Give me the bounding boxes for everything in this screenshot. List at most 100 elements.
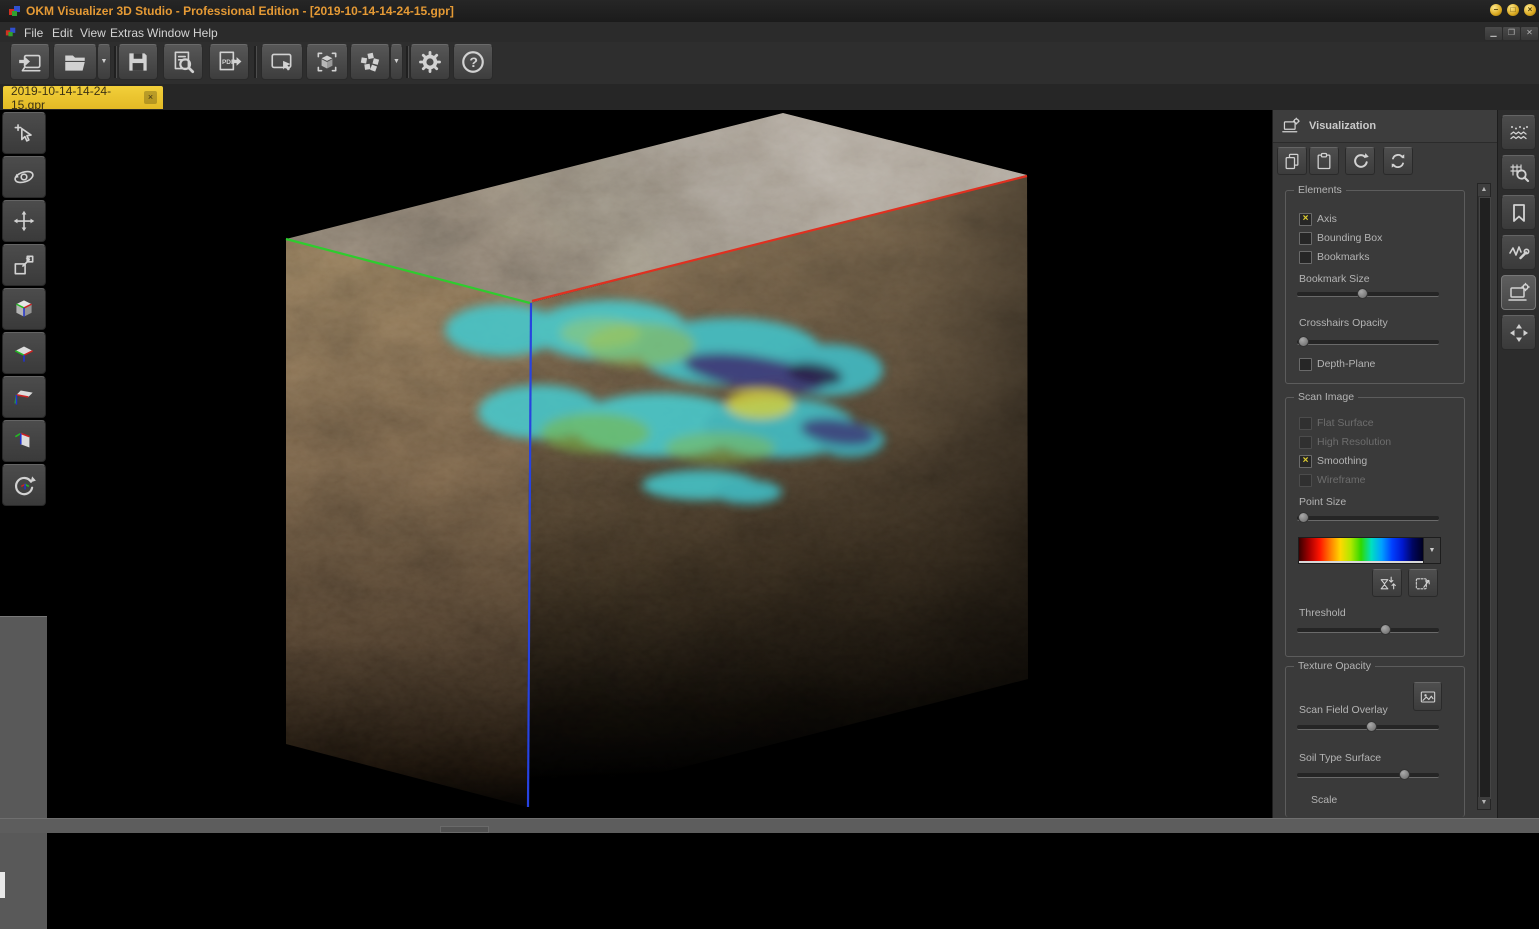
view-side-left-button[interactable] [2, 376, 46, 418]
menu-bar: File Edit View Extras Window Help ▁ ❐ ✕ [0, 22, 1539, 43]
soil-type-surface-label: Soil Type Surface [1299, 752, 1381, 764]
tab-close-icon[interactable]: × [144, 91, 157, 104]
crosshairs-opacity-slider[interactable] [1297, 336, 1439, 348]
pan-tool-button[interactable] [2, 200, 46, 242]
dropdown-arrow-icon: ▼ [98, 44, 110, 80]
view-3d-button[interactable] [2, 288, 46, 330]
mdi-close-button[interactable]: ✕ [1520, 26, 1539, 41]
grid-search-panel-button[interactable] [1501, 155, 1536, 190]
reset-rotation-button[interactable] [2, 464, 46, 506]
colormap-dropdown-icon[interactable]: ▼ [1423, 538, 1440, 563]
fit-3d-view-button[interactable] [306, 44, 348, 80]
wireframe-label: Wireframe [1317, 474, 1365, 486]
panel-scrollbar[interactable]: ▲ ▼ [1477, 183, 1491, 810]
document-tab[interactable]: 2019-10-14-14-24-15.gpr × [3, 86, 163, 109]
save-button[interactable] [118, 44, 158, 80]
threshold-label: Threshold [1299, 607, 1346, 619]
bounding-box-checkbox[interactable] [1299, 232, 1312, 245]
scan-field-overlay-label: Scan Field Overlay [1299, 704, 1388, 716]
visualization-panel-button[interactable] [1501, 275, 1536, 310]
panel-header: Visualization [1273, 110, 1498, 143]
scan-field-overlay-slider[interactable] [1297, 721, 1439, 733]
help-button[interactable]: ? [453, 44, 493, 80]
refresh-icon [1388, 151, 1408, 171]
navigation-panel-button[interactable] [1501, 315, 1536, 350]
soil-type-surface-slider[interactable] [1297, 769, 1439, 781]
mdi-minimize-button[interactable]: ▁ [1484, 26, 1503, 41]
window-maximize-button[interactable]: □ [1507, 4, 1519, 16]
point-cloud-dropdown-button[interactable]: ▼ [390, 44, 403, 80]
bookmarks-checkbox[interactable] [1299, 251, 1312, 264]
axis-label: Axis [1317, 213, 1337, 225]
image-icon [1418, 687, 1438, 707]
texture-image-button[interactable] [1413, 682, 1442, 711]
signal-tools-panel-button[interactable] [1501, 235, 1536, 270]
import-button[interactable] [10, 44, 50, 80]
viewport-3d[interactable] [47, 110, 1272, 818]
smoothing-checkbox[interactable]: × [1299, 455, 1312, 468]
window-title: OKM Visualizer 3D Studio - Professional … [26, 4, 454, 18]
document-logo-icon [5, 26, 17, 38]
crosshairs-opacity-label: Crosshairs Opacity [1299, 317, 1388, 329]
copy-icon [1282, 151, 1302, 171]
point-size-slider[interactable] [1297, 512, 1439, 524]
resize-tool-button[interactable] [2, 244, 46, 286]
report-preview-button[interactable] [163, 44, 203, 80]
undo-button[interactable] [1345, 147, 1375, 175]
axis-checkbox[interactable]: × [1299, 213, 1312, 226]
value-range-button[interactable] [1372, 569, 1402, 597]
threshold-slider[interactable] [1297, 624, 1439, 636]
bookmarks-panel-button[interactable] [1501, 195, 1536, 230]
laptop-gear-icon [1507, 281, 1531, 305]
ground-scan-panel-button[interactable] [1501, 115, 1536, 150]
ground-scan-icon [1507, 121, 1531, 145]
value-range-icon [1377, 573, 1397, 593]
settings-button[interactable] [410, 44, 450, 80]
refresh-button[interactable] [1383, 147, 1413, 175]
app-logo-icon [8, 4, 22, 18]
colormap-select[interactable]: ▼ [1298, 537, 1441, 564]
view-side-right-button[interactable] [2, 420, 46, 462]
bookmark-size-slider[interactable] [1297, 288, 1439, 300]
reset-rotation-icon [11, 472, 37, 498]
colormap-gradient [1299, 538, 1423, 563]
title-bar: OKM Visualizer 3D Studio - Professional … [0, 0, 1539, 22]
elements-group-title: Elements [1294, 184, 1346, 196]
view-top-button[interactable] [2, 332, 46, 374]
scroll-down-icon[interactable]: ▼ [1478, 797, 1490, 809]
touch-mode-button[interactable] [261, 44, 303, 80]
signal-wrench-icon [1507, 241, 1531, 265]
scrollbar-thumb[interactable] [1479, 197, 1491, 799]
window-close-button[interactable]: × [1524, 4, 1536, 16]
orbit-tool-button[interactable] [2, 156, 46, 198]
export-pdf-button[interactable]: PDF [209, 44, 249, 80]
open-dropdown-button[interactable]: ▼ [97, 44, 111, 80]
status-bar [0, 818, 1539, 833]
open-button[interactable] [53, 44, 97, 80]
bookmark-icon [1507, 201, 1531, 225]
toolbar-separator [406, 46, 409, 78]
pdf-export-icon: PDF [216, 49, 242, 75]
menu-help[interactable]: Help [187, 25, 224, 41]
menu-file[interactable]: File [18, 25, 49, 41]
toolbar-separator [254, 46, 257, 78]
depth-plane-checkbox[interactable] [1299, 358, 1312, 371]
scroll-up-icon[interactable]: ▲ [1478, 184, 1490, 196]
window-minimize-button[interactable]: – [1490, 4, 1502, 16]
elements-group: Elements [1285, 190, 1465, 384]
mdi-restore-button[interactable]: ❐ [1502, 26, 1521, 41]
paste-settings-button[interactable] [1309, 147, 1339, 175]
flat-surface-checkbox [1299, 417, 1312, 430]
high-resolution-label: High Resolution [1317, 436, 1391, 448]
depth-plane-label: Depth-Plane [1317, 358, 1375, 370]
gear-icon [417, 49, 443, 75]
flat-surface-label: Flat Surface [1317, 417, 1374, 429]
side-panel-toolbar [1497, 110, 1539, 818]
point-cloud-button[interactable] [350, 44, 390, 80]
resize-icon [11, 252, 37, 278]
copy-settings-button[interactable] [1277, 147, 1307, 175]
clip-range-button[interactable] [1408, 569, 1438, 597]
visualization-panel: Visualization Elements × Axis Bounding B… [1272, 110, 1498, 818]
svg-text:?: ? [469, 54, 478, 70]
pointer-tool-button[interactable] [2, 112, 46, 154]
